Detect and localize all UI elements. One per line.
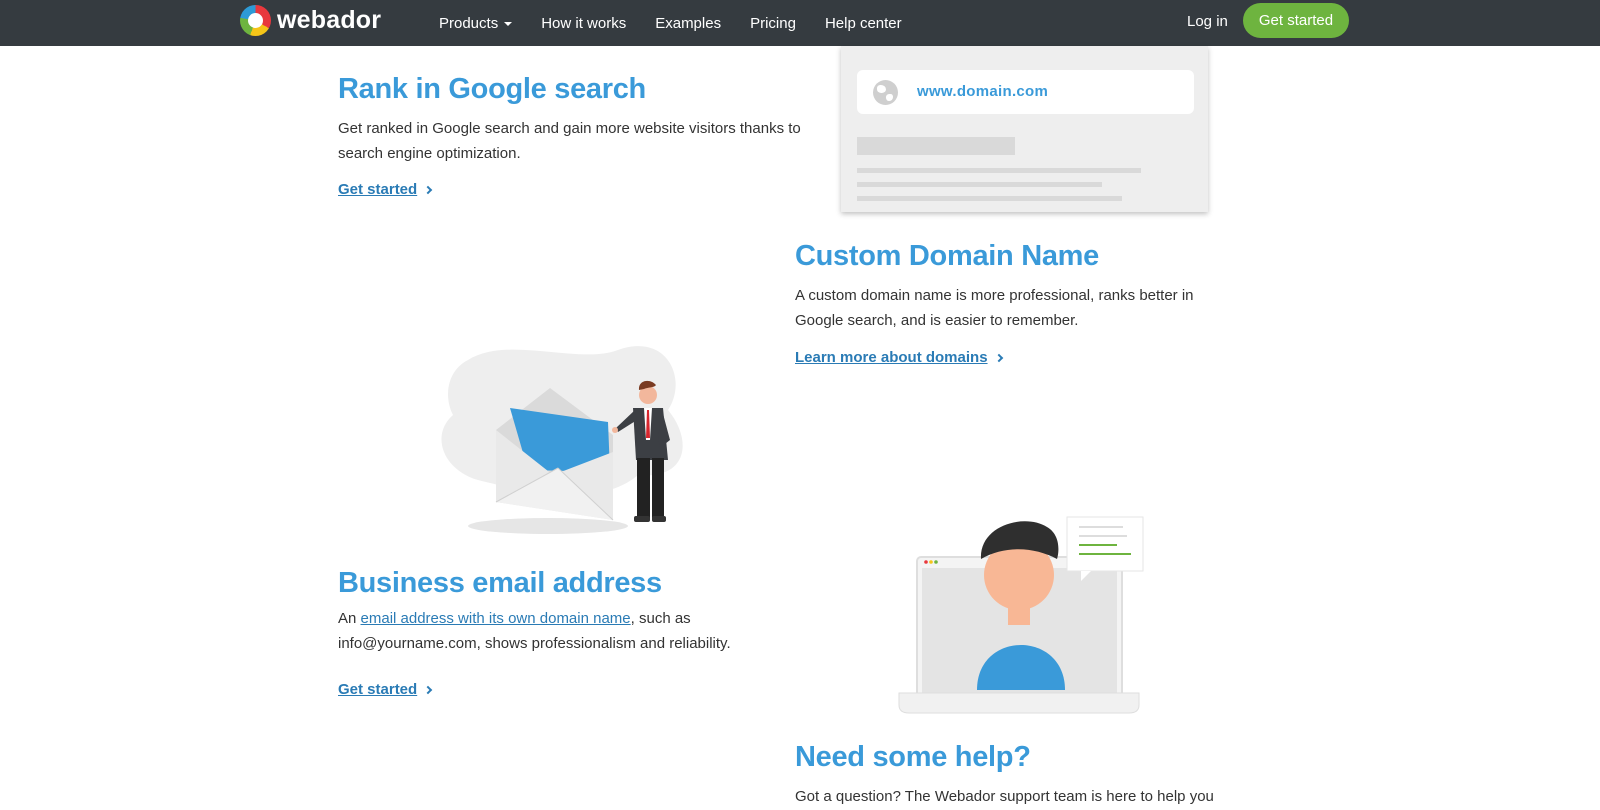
domain-preview-card: www.domain.com [841,46,1208,212]
nav-item-products[interactable]: Products [439,14,513,32]
support-illustration [898,516,1144,714]
get-started-button[interactable]: Get started [1243,3,1349,38]
placeholder-heading [857,137,1015,155]
email-section-text: An email address with its own domain nam… [338,606,758,656]
link-label: Get started [338,681,418,698]
brand-name: webador [277,6,382,34]
chevron-right-icon [423,685,433,694]
top-navigation: webador Products How it works Examples P… [0,0,1600,46]
webador-logo[interactable]: webador [240,5,381,36]
google-section-text: Get ranked in Google search and gain mor… [338,120,801,162]
email-illustration [441,346,683,534]
url-text: www.domain.com [917,83,1049,100]
chevron-right-icon [423,185,433,194]
nav-item-help-center[interactable]: Help center [825,15,902,32]
nav-item-label: Products [439,14,499,32]
google-get-started-link[interactable]: Get started [338,181,433,198]
placeholder-line [857,168,1141,173]
email-domain-inline-link[interactable]: email address with its own domain name [361,610,631,627]
chevron-right-icon [994,353,1003,362]
email-section-title: Business email address [338,567,662,599]
link-label: Get started [338,181,418,198]
help-section-title: Need some help? [795,741,1031,773]
link-label: Learn more about domains [795,349,988,366]
help-section-text: Got a question? The Webador support team… [795,788,1214,805]
globe-icon [873,80,898,105]
nav-item-label: How it works [541,14,627,32]
nav-item-how-it-works[interactable]: How it works [541,15,626,32]
login-link[interactable]: Log in [1187,13,1228,30]
nav-item-label: Pricing [750,14,796,32]
email-text-before: An [338,610,361,627]
nav-item-label: Examples [655,14,722,32]
main-menu: Products How it works Examples Pricing H… [439,0,931,46]
placeholder-line [857,182,1102,187]
webador-logo-icon [240,5,271,36]
placeholder-line [857,196,1122,201]
url-bar: www.domain.com [857,70,1194,114]
nav-item-label: Help center [824,14,902,32]
domain-section-title: Custom Domain Name [795,240,1099,272]
nav-item-examples[interactable]: Examples [655,15,721,32]
domain-section-text: A custom domain name is more professiona… [795,287,1194,329]
nav-item-pricing[interactable]: Pricing [750,15,796,32]
caret-down-icon [504,22,513,26]
email-get-started-link[interactable]: Get started [338,681,433,698]
google-section-title: Rank in Google search [338,73,646,105]
learn-more-domains-link[interactable]: Learn more about domains [795,349,1003,366]
